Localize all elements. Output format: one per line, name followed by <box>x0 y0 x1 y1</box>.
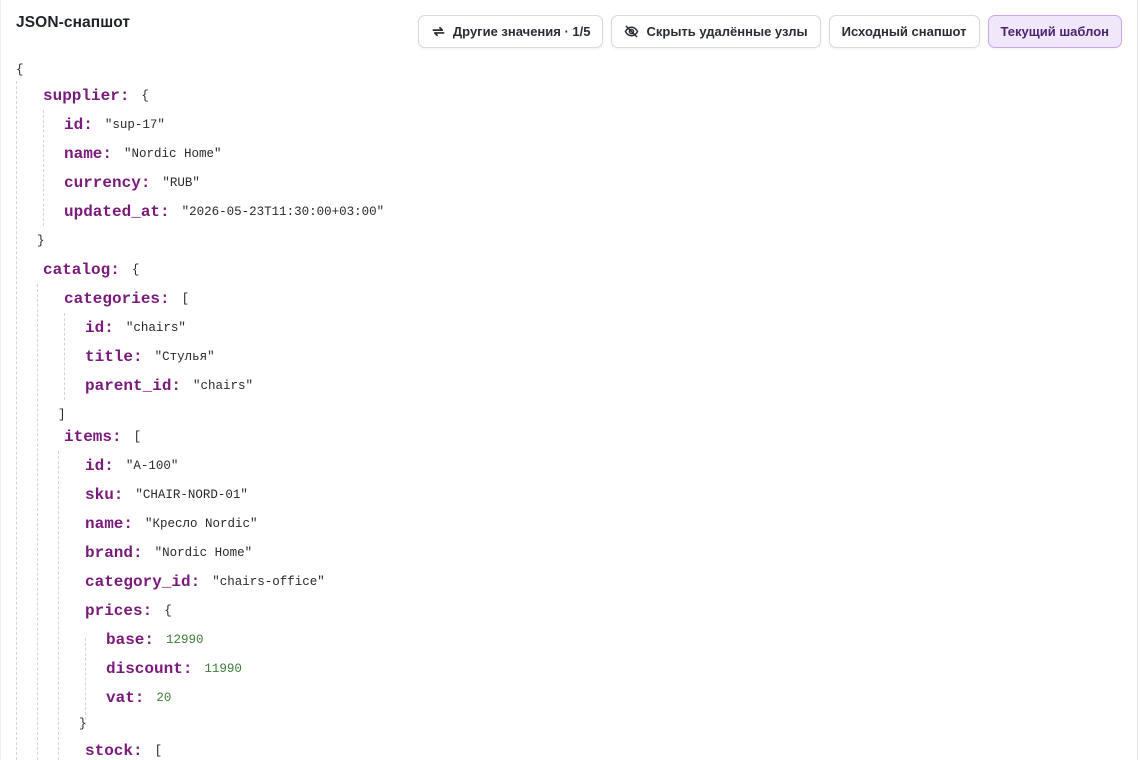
string-value: "CHAIR-NORD-01" <box>135 487 248 502</box>
field-key: sku: <box>85 485 124 504</box>
field-supplier-name[interactable]: name: "Nordic Home" <box>64 139 222 168</box>
field-item-id[interactable]: id: "A-100" <box>85 451 178 480</box>
string-value: "chairs-office" <box>212 574 325 589</box>
field-price-discount[interactable]: discount: 11990 <box>106 654 242 683</box>
current-template-button[interactable]: Текущий шаблон <box>987 15 1122 48</box>
string-value: "Кресло Nordic" <box>145 516 258 531</box>
node-supplier[interactable]: supplier: { <box>43 81 149 110</box>
node-key: stock: <box>85 741 143 760</box>
toolbar: Другие значения · 1/5 Скрыть удалённые у… <box>417 15 1122 48</box>
field-key: brand: <box>85 543 143 562</box>
node-key: items: <box>64 427 122 446</box>
string-value: "sup-17" <box>104 117 165 132</box>
node-key: catalog: <box>43 260 120 279</box>
field-category-parent-id[interactable]: parent_id: "chairs" <box>85 371 253 400</box>
string-value: "Nordic Home" <box>154 545 253 560</box>
field-key: name: <box>64 144 113 163</box>
field-supplier-id[interactable]: id: "sup-17" <box>64 110 165 139</box>
field-supplier-currency[interactable]: currency: "RUB" <box>64 168 200 197</box>
node-prices[interactable]: prices: { <box>85 596 172 625</box>
field-price-base[interactable]: base: 12990 <box>106 625 204 654</box>
brace-close: } <box>79 716 87 731</box>
field-key: category_id: <box>85 572 201 591</box>
panel-title: JSON-снапшот <box>16 14 131 31</box>
refresh-icon <box>431 24 446 39</box>
field-price-vat[interactable]: vat: 20 <box>106 683 171 712</box>
field-key: name: <box>85 514 134 533</box>
json-snapshot-panel: JSON-снапшот Другие значения · 1/5 Скрыт… <box>0 0 1138 760</box>
other-values-button[interactable]: Другие значения · 1/5 <box>417 15 604 48</box>
brace-open: { <box>164 603 172 618</box>
eye-off-icon <box>624 24 639 39</box>
field-category-title[interactable]: title: "Стулья" <box>85 342 215 371</box>
node-items[interactable]: items: [ <box>64 422 141 451</box>
brace-open: { <box>131 262 140 277</box>
field-key: id: <box>85 456 114 475</box>
node-key: categories: <box>64 289 170 308</box>
field-item-brand[interactable]: brand: "Nordic Home" <box>85 538 252 567</box>
source-snapshot-label: Исходный снапшот <box>841 24 967 39</box>
number-value: 11990 <box>204 661 242 676</box>
field-key: updated_at: <box>64 202 170 221</box>
indent-guide <box>16 81 17 760</box>
field-key: base: <box>106 630 155 649</box>
brace-close: } <box>37 233 45 248</box>
field-category-id[interactable]: id: "chairs" <box>85 313 186 342</box>
string-value: "RUB" <box>162 175 200 190</box>
indent-guide <box>37 284 38 760</box>
number-value: 20 <box>156 690 172 705</box>
number-value: 12990 <box>166 632 204 647</box>
json-tree: { supplier: { id: "sup-17" name: "Nordic… <box>1 55 1139 760</box>
node-categories[interactable]: categories: [ <box>64 284 189 313</box>
string-value: "2026-05-23T11:30:00+03:00" <box>181 204 385 219</box>
json-root-open: { <box>16 55 24 84</box>
field-key: parent_id: <box>85 376 182 395</box>
brace-open: { <box>141 88 149 103</box>
field-key: title: <box>85 347 143 366</box>
node-catalog[interactable]: catalog: { <box>43 255 139 284</box>
prices-close: } <box>79 709 87 738</box>
field-supplier-updated-at[interactable]: updated_at: "2026-05-23T11:30:00+03:00" <box>64 197 384 226</box>
field-key: id: <box>85 318 114 337</box>
node-key: supplier: <box>43 86 130 105</box>
string-value: "chairs" <box>193 378 254 393</box>
indent-guide <box>64 313 65 400</box>
indent-guide <box>43 110 44 226</box>
bracket-open: [ <box>181 291 190 306</box>
brace-open: { <box>16 62 24 77</box>
string-value: "chairs" <box>125 320 186 335</box>
current-template-label: Текущий шаблон <box>1000 24 1109 39</box>
other-values-label: Другие значения · 1/5 <box>452 24 591 39</box>
hide-deleted-nodes-button[interactable]: Скрыть удалённые узлы <box>611 15 821 48</box>
node-stock[interactable]: stock: [ <box>85 736 162 760</box>
field-key: vat: <box>106 688 145 707</box>
field-item-name[interactable]: name: "Кресло Nordic" <box>85 509 258 538</box>
bracket-open: [ <box>133 429 142 444</box>
field-key: currency: <box>64 173 151 192</box>
node-key: prices: <box>85 601 153 620</box>
supplier-close: } <box>37 226 45 255</box>
field-key: id: <box>64 115 93 134</box>
bracket-open: [ <box>154 743 163 758</box>
bracket-close: ] <box>58 407 66 422</box>
string-value: "Стулья" <box>154 349 215 364</box>
string-value: "A-100" <box>125 458 179 473</box>
indent-guide <box>58 451 59 760</box>
source-snapshot-button[interactable]: Исходный снапшот <box>828 15 980 48</box>
field-item-category-id[interactable]: category_id: "chairs-office" <box>85 567 325 596</box>
string-value: "Nordic Home" <box>124 146 222 161</box>
field-item-sku[interactable]: sku: "CHAIR-NORD-01" <box>85 480 248 509</box>
hide-deleted-label: Скрыть удалённые узлы <box>646 24 808 39</box>
field-key: discount: <box>106 659 193 678</box>
